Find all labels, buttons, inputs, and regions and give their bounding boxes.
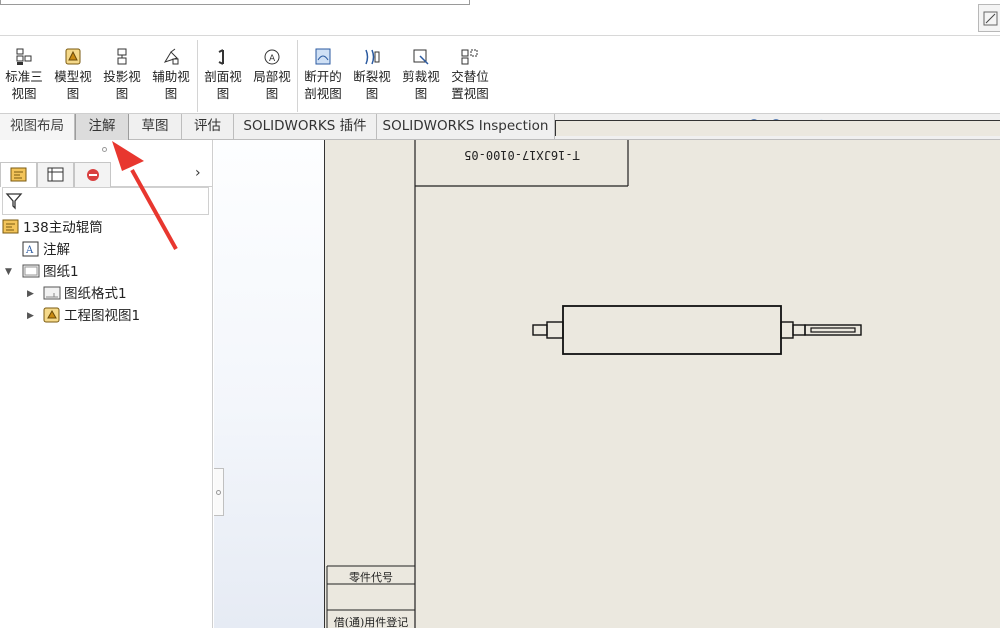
svg-text:A: A xyxy=(25,245,34,256)
tab-view-layout[interactable]: 视图布局 xyxy=(0,114,75,140)
detail-view-button[interactable]: A 局部视 图 xyxy=(248,44,296,110)
broken-out-section-label: 断开的 剖视图 xyxy=(304,69,342,101)
top-title-strip xyxy=(0,0,1000,36)
detail-view-icon: A xyxy=(264,49,280,65)
standard-3view-icon xyxy=(16,48,32,65)
break-view-icon xyxy=(365,49,380,65)
break-view-label: 断裂视 图 xyxy=(353,69,391,101)
collapse-arrow-icon[interactable]: ▼ xyxy=(5,267,12,277)
section-view-button[interactable]: 剖面视 图 xyxy=(199,44,247,110)
property-manager-icon xyxy=(47,167,64,182)
standard-3view-button[interactable]: 标准三 视图 xyxy=(0,44,48,110)
projected-view-icon xyxy=(117,48,127,65)
section-view-label: 剖面视 图 xyxy=(204,69,242,101)
tree-item-label: 图纸格式1 xyxy=(64,286,127,302)
tree-item-sheet-format[interactable]: 图纸格式1 xyxy=(43,283,127,305)
ribbon-separator xyxy=(197,40,198,112)
command-search-field[interactable] xyxy=(0,0,470,5)
auxiliary-view-button[interactable]: 辅助视 图 xyxy=(147,44,195,110)
annotation-icon: A xyxy=(22,241,39,257)
filter-icon xyxy=(5,193,23,210)
drawing-document-icon xyxy=(2,219,19,234)
projected-view-button[interactable]: 投影视 图 xyxy=(98,44,146,110)
break-view-button[interactable]: 断裂视 图 xyxy=(348,44,396,110)
auxiliary-view-icon xyxy=(163,48,179,65)
sheet-format-icon xyxy=(43,286,61,300)
command-manager-ribbon: 标准三 视图 模型视 图 投影视 图 辅助视 图 剖面视 图 A 局部视 图 断… xyxy=(0,36,1000,114)
drawing-number-text: T-16JX17-0100-05 xyxy=(464,148,580,162)
ribbon-separator xyxy=(297,40,298,112)
roller-drawing xyxy=(532,305,862,355)
stamp-part-code: 零件代号 xyxy=(349,571,393,584)
drawing-sheet[interactable]: T-16JX17-0100-05 零件代号 借(通)用件登记 xyxy=(324,140,1000,628)
expand-arrow-icon[interactable]: ▶ xyxy=(27,311,34,321)
crop-view-button[interactable]: 剪裁视 图 xyxy=(397,44,445,110)
crop-view-icon xyxy=(413,49,429,65)
tree-item-label: 注解 xyxy=(43,242,70,258)
svg-text:A: A xyxy=(269,54,276,64)
chevron-right-icon[interactable]: › xyxy=(195,165,201,181)
detail-view-label: 局部视 图 xyxy=(253,69,291,101)
graphics-area-background xyxy=(214,140,324,628)
tree-item-annotations[interactable]: A 注解 xyxy=(22,239,70,261)
alternate-position-icon xyxy=(461,49,478,65)
section-view-icon xyxy=(218,49,224,65)
broken-out-section-button[interactable]: 断开的 剖视图 xyxy=(299,44,347,110)
model-view-button[interactable]: 模型视 图 xyxy=(49,44,97,110)
tree-item-label: 工程图视图1 xyxy=(64,308,141,324)
sheet-linework xyxy=(326,140,862,628)
stamp-usage-register: 借(通)用件登记 xyxy=(333,616,409,628)
projected-view-label: 投影视 图 xyxy=(103,69,141,101)
tree-item-label: 图纸1 xyxy=(43,264,79,280)
tree-root-item[interactable]: 138主动辊筒 xyxy=(2,217,103,239)
top-right-tool-button[interactable] xyxy=(978,4,1000,32)
feature-tree-icon xyxy=(10,167,27,182)
red-arrow-annotation xyxy=(112,141,178,250)
tree-root-label: 138主动辊筒 xyxy=(23,220,103,236)
crop-view-label: 剪裁视 图 xyxy=(402,69,440,101)
feature-tree-tab[interactable] xyxy=(0,162,37,187)
tab-solidworks-inspection[interactable]: SOLIDWORKS Inspection xyxy=(377,114,555,140)
tree-item-drawing-view[interactable]: 工程图视图1 xyxy=(43,305,140,327)
sketch-icon xyxy=(983,11,998,26)
panel-splitter-handle[interactable] xyxy=(214,468,224,516)
tree-item-sheet[interactable]: 图纸1 xyxy=(22,261,79,283)
auxiliary-view-label: 辅助视 图 xyxy=(152,69,190,101)
sheet-top-border xyxy=(555,120,1000,136)
drawing-view-icon xyxy=(43,307,60,323)
expand-arrow-icon[interactable]: ▶ xyxy=(27,289,34,299)
alternate-position-button[interactable]: 交替位 置视图 xyxy=(446,44,494,110)
standard-3view-label: 标准三 视图 xyxy=(5,69,43,101)
model-view-icon xyxy=(65,48,81,65)
sheet-icon xyxy=(22,264,40,278)
tab-solidworks-addins[interactable]: SOLIDWORKS 插件 xyxy=(234,114,377,140)
broken-out-section-icon xyxy=(315,48,331,65)
alternate-position-label: 交替位 置视图 xyxy=(451,69,489,101)
model-view-label: 模型视 图 xyxy=(54,69,92,101)
property-manager-tab[interactable] xyxy=(37,162,74,187)
